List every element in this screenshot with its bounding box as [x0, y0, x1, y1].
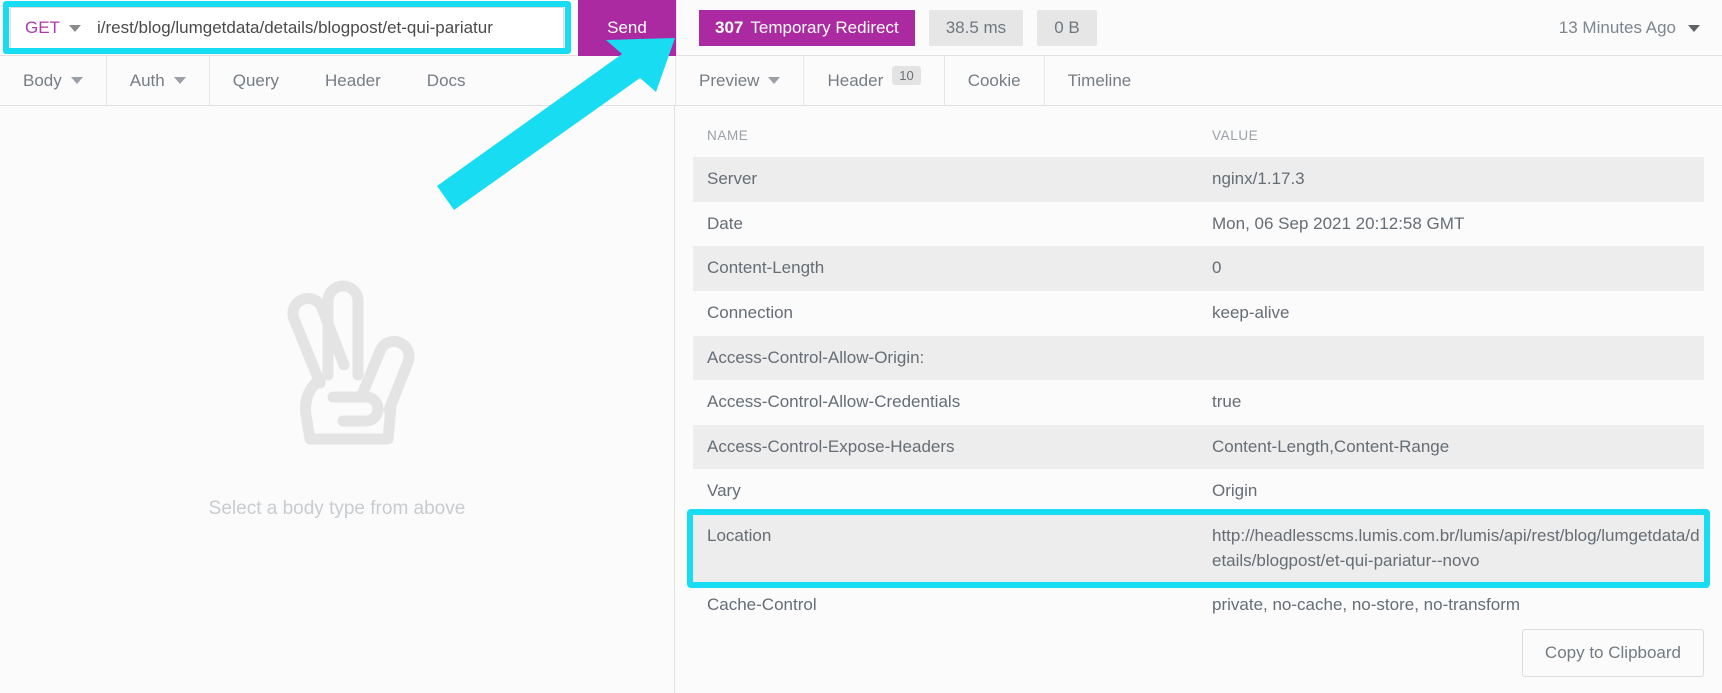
column-header-name: NAME	[707, 128, 749, 143]
tab-label: Preview	[699, 70, 760, 90]
table-row: Date Mon, 06 Sep 2021 20:12:58 GMT	[693, 202, 1704, 247]
tab-label: Query	[232, 70, 280, 90]
copy-to-clipboard-button[interactable]: Copy to Clipboard	[1521, 629, 1704, 677]
request-tabs: Body Auth Query Header Docs	[0, 56, 675, 105]
headers-table: NAME VALUE Server nginx/1.17.3 Date Mon, 06…	[693, 116, 1704, 628]
header-value-cell	[1198, 335, 1704, 381]
tab-response-header[interactable]: Header 10	[804, 56, 945, 105]
table-row: Vary Origin	[693, 469, 1704, 514]
chevron-down-icon	[173, 77, 186, 84]
header-name-cell: Vary	[707, 481, 741, 501]
header-name-cell: Access-Control-Expose-Headers	[693, 424, 1198, 470]
tab-timeline[interactable]: Timeline	[1045, 56, 1155, 105]
tab-label: Header	[325, 70, 381, 90]
tab-preview[interactable]: Preview	[676, 56, 805, 105]
header-name-cell: Access-Control-Allow-Origin:	[693, 335, 1198, 381]
tab-cookie[interactable]: Cookie	[945, 56, 1045, 105]
tab-bar: Body Auth Query Header Docs Preview Head…	[0, 56, 1722, 106]
header-value-cell: Mon, 06 Sep 2021 20:12:58 GMT	[1212, 213, 1465, 233]
chevron-down-icon	[768, 77, 781, 84]
header-name-cell: Location	[693, 514, 1198, 584]
insomnia-rest-client-window: GET i/rest/blog/lumgetdata/details/blogp…	[0, 0, 1722, 693]
tab-query[interactable]: Query	[210, 56, 302, 105]
request-body-pane: Select a body type from above	[0, 106, 675, 693]
tab-label: Cookie	[967, 70, 1021, 90]
tab-label: Body	[23, 70, 62, 90]
response-size[interactable]: 0 B	[1037, 10, 1097, 46]
table-row: Location http://headlesscms.lumis.com.br/…	[693, 514, 1704, 584]
header-value-cell: Origin	[1212, 481, 1258, 501]
tab-label: Docs	[426, 70, 466, 90]
tab-body[interactable]: Body	[0, 56, 107, 105]
tab-label: Header	[827, 70, 884, 90]
header-value-cell[interactable]: http://headlesscms.lumis.com.br/lumis/ap…	[1198, 514, 1704, 584]
url-input[interactable]: i/rest/blog/lumgetdata/details/blogpost/…	[93, 18, 493, 38]
http-method-label: GET	[25, 18, 60, 37]
top-bar: GET i/rest/blog/lumgetdata/details/blogp…	[0, 0, 1722, 56]
table-row: Connection keep-alive	[693, 291, 1704, 336]
content-panes: Select a body type from above NAME VALUE…	[0, 106, 1722, 693]
header-name-cell: Date	[707, 213, 743, 233]
header-name-cell: Access-Control-Allow-Credentials	[707, 392, 961, 412]
header-name-cell: Content-Length	[693, 246, 1198, 291]
header-name-cell: Server	[693, 157, 1198, 202]
tab-spacer	[1154, 56, 1722, 105]
http-method-selector[interactable]: GET	[11, 18, 93, 38]
header-value-cell: 0	[1198, 246, 1704, 291]
table-row: Access-Control-Allow-Origin:	[693, 335, 1704, 381]
send-button[interactable]: Send	[578, 0, 676, 56]
response-headers-pane: NAME VALUE Server nginx/1.17.3 Date Mon, 06…	[675, 106, 1722, 693]
response-time[interactable]: 38.5 ms	[928, 10, 1024, 46]
header-value-cell: keep-alive	[1212, 302, 1290, 322]
status-badge[interactable]: 307 Temporary Redirect	[699, 10, 915, 46]
table-header-row: NAME VALUE	[693, 116, 1704, 157]
status-code: 307	[715, 18, 744, 37]
header-name-cell: Cache-Control	[707, 595, 817, 615]
table-row: Content-Length 0	[693, 246, 1704, 291]
tab-docs[interactable]: Docs	[404, 56, 489, 105]
header-value-cell: private, no-cache, no-store, no-transfor…	[1212, 595, 1521, 615]
empty-body-message: Select a body type from above	[208, 498, 466, 519]
header-value-cell: Content-Length,Content-Range	[1198, 424, 1704, 470]
peace-hand-icon	[258, 279, 416, 452]
header-value-cell: nginx/1.17.3	[1198, 157, 1704, 202]
tab-auth[interactable]: Auth	[107, 56, 210, 105]
table-row: Server nginx/1.17.3	[693, 157, 1704, 202]
header-count-badge: 10	[892, 66, 921, 85]
header-name-cell: Connection	[707, 302, 794, 322]
table-row: Access-Control-Allow-Credentials true	[693, 380, 1704, 425]
tab-spacer	[489, 56, 675, 105]
time-ago-label: 13 Minutes Ago	[1558, 18, 1676, 37]
response-tabs: Preview Header 10 Cookie Timeline	[675, 56, 1722, 105]
chevron-down-icon	[70, 77, 83, 84]
table-row: Cache-Control private, no-cache, no-store…	[693, 583, 1704, 628]
url-bar-container: GET i/rest/blog/lumgetdata/details/blogp…	[0, 0, 578, 56]
headers-table-body: Server nginx/1.17.3 Date Mon, 06 Sep 2021 2…	[693, 157, 1704, 628]
tab-header[interactable]: Header	[302, 56, 404, 105]
tab-label: Auth	[129, 70, 165, 90]
header-value-cell: true	[1212, 392, 1242, 412]
tab-label: Timeline	[1067, 70, 1132, 90]
response-history-dropdown[interactable]: 13 Minutes Ago	[1559, 18, 1700, 38]
table-row: Access-Control-Expose-Headers Content-Len…	[693, 424, 1704, 470]
chevron-down-icon	[68, 24, 81, 32]
response-status-bar: 307 Temporary Redirect 38.5 ms 0 B 13 Mi…	[676, 0, 1722, 56]
column-header-value: VALUE	[1212, 128, 1259, 143]
chevron-down-icon	[1688, 24, 1700, 32]
status-text: Temporary Redirect	[750, 18, 899, 37]
url-field[interactable]: GET i/rest/blog/lumgetdata/details/blogp…	[10, 7, 564, 49]
